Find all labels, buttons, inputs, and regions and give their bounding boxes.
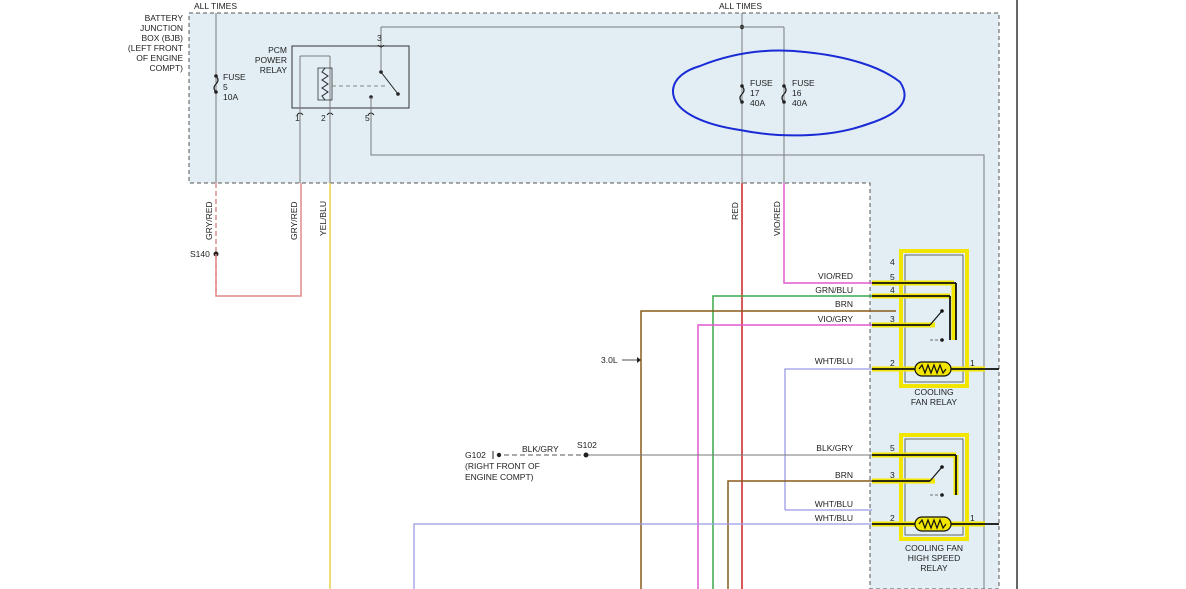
- gry-red-label-1: GRY/RED: [204, 201, 214, 240]
- g102-line1: (RIGHT FRONT OF: [465, 461, 540, 471]
- svg-text:COMPT): COMPT): [149, 63, 183, 73]
- svg-text:RELAY: RELAY: [920, 563, 948, 573]
- wiring-diagram: ALL TIMES ALL TIMES BATTERY JUNCTION BOX…: [128, 0, 1018, 589]
- svg-text:3: 3: [890, 314, 895, 324]
- svg-text:VIO/GRY: VIO/GRY: [818, 314, 854, 324]
- all-times-right: ALL TIMES: [719, 1, 762, 11]
- svg-text:2: 2: [890, 513, 895, 523]
- svg-text:FUSE: FUSE: [750, 78, 773, 88]
- svg-text:40A: 40A: [750, 98, 765, 108]
- brn-wire-1: [640, 310, 896, 589]
- s140-label: S140: [190, 249, 210, 259]
- pcm-pin-2: 2: [321, 113, 326, 123]
- svg-text:BLK/GRY: BLK/GRY: [816, 443, 853, 453]
- svg-text:BRN: BRN: [835, 470, 853, 480]
- wht-blu-wire-2: [413, 523, 872, 589]
- svg-text:OF ENGINE: OF ENGINE: [136, 53, 183, 63]
- svg-text:40A: 40A: [792, 98, 807, 108]
- svg-text:BRN: BRN: [835, 299, 853, 309]
- cooling-fan-relay-wire-labels: VIO/RED GRN/BLU BRN VIO/GRY WHT/BLU: [815, 271, 854, 366]
- svg-text:5: 5: [223, 82, 228, 92]
- all-times-left: ALL TIMES: [194, 1, 237, 11]
- svg-text:JUNCTION: JUNCTION: [140, 23, 183, 33]
- ground-icon: [492, 451, 502, 459]
- svg-text:5: 5: [890, 443, 895, 453]
- svg-text:16: 16: [792, 88, 802, 98]
- svg-text:4: 4: [890, 257, 895, 267]
- gry-red-label-2: GRY/RED: [289, 201, 299, 240]
- junction-box-region: [188, 12, 1000, 589]
- svg-text:BOX (BJB): BOX (BJB): [141, 33, 183, 43]
- svg-text:10A: 10A: [223, 92, 238, 102]
- wht-blu-wire-1: [784, 368, 872, 510]
- svg-text:2: 2: [890, 358, 895, 368]
- engine-tag: 3.0L: [601, 355, 618, 365]
- pcm-pin-5: 5: [365, 113, 370, 123]
- brn-wire-2: [727, 480, 872, 589]
- svg-text:HIGH SPEED: HIGH SPEED: [908, 553, 960, 563]
- pcm-pin-3: 3: [377, 33, 382, 43]
- svg-text:COOLING: COOLING: [914, 387, 953, 397]
- svg-text:WHT/BLU: WHT/BLU: [815, 499, 853, 509]
- bjb-label: BATTERY JUNCTION BOX (BJB) (LEFT FRONT O…: [128, 13, 183, 73]
- svg-text:5: 5: [890, 272, 895, 282]
- svg-text:FAN RELAY: FAN RELAY: [911, 397, 957, 407]
- svg-text:3: 3: [890, 470, 895, 480]
- yel-blu-label: YEL/BLU: [318, 201, 328, 236]
- blk-gry-ground-label: BLK/GRY: [522, 444, 559, 454]
- cooling-fan-relay-label: COOLING FAN RELAY: [911, 387, 957, 407]
- grn-blu-wire: [712, 295, 896, 589]
- svg-text:POWER: POWER: [255, 55, 287, 65]
- s102-splice: [583, 452, 589, 458]
- svg-text:FUSE: FUSE: [223, 72, 246, 82]
- svg-text:VIO/RED: VIO/RED: [818, 271, 853, 281]
- g102-label: G102: [465, 450, 486, 460]
- red-label: RED: [730, 202, 740, 220]
- svg-text:RELAY: RELAY: [260, 65, 288, 75]
- vio-red-vertical-label: VIO/RED: [772, 201, 782, 236]
- svg-text:17: 17: [750, 88, 760, 98]
- g102-line2: ENGINE COMPT): [465, 472, 534, 482]
- svg-text:GRN/BLU: GRN/BLU: [815, 285, 853, 295]
- s102-label: S102: [577, 440, 597, 450]
- svg-text:COOLING FAN: COOLING FAN: [905, 543, 963, 553]
- svg-text:PCM: PCM: [268, 45, 287, 55]
- svg-text:WHT/BLU: WHT/BLU: [815, 356, 853, 366]
- svg-text:4: 4: [890, 285, 895, 295]
- svg-text:FUSE: FUSE: [792, 78, 815, 88]
- svg-text:1: 1: [970, 513, 975, 523]
- svg-text:(LEFT FRONT: (LEFT FRONT: [128, 43, 183, 53]
- svg-text:WHT/BLU: WHT/BLU: [815, 513, 853, 523]
- svg-text:BATTERY: BATTERY: [145, 13, 184, 23]
- svg-text:1: 1: [970, 358, 975, 368]
